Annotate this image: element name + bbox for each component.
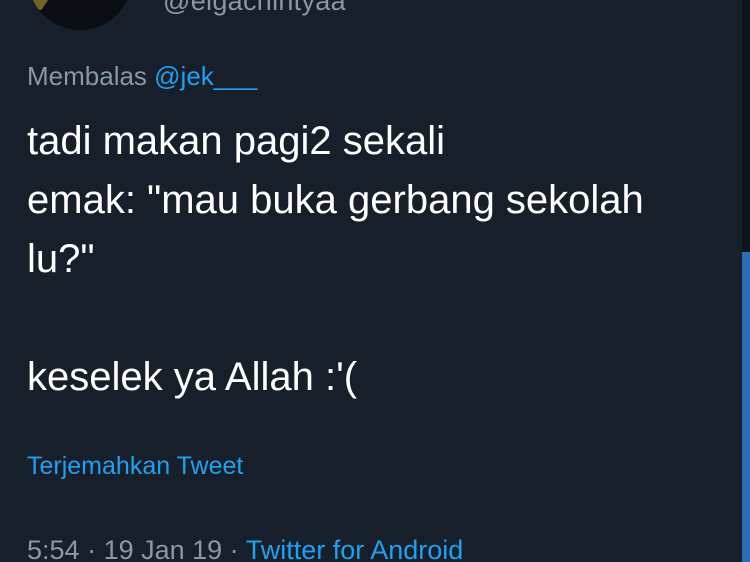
reply-mention-link[interactable]: @jek___ — [154, 61, 257, 91]
tweet-date[interactable]: 19 Jan 19 — [104, 535, 223, 562]
tweet-screen: @elgachintyaa Membalas @jek___ tadi maka… — [0, 0, 750, 562]
avatar-image — [29, 0, 49, 11]
reply-prefix: Membalas — [27, 61, 155, 91]
meta-separator: · — [79, 535, 104, 562]
user-handle[interactable]: @elgachintyaa — [163, 0, 346, 17]
tweet-source-link[interactable]: Twitter for Android — [246, 535, 464, 562]
avatar[interactable] — [28, 0, 132, 30]
tweet-metadata: 5:54 · 19 Jan 19 · Twitter for Android — [27, 535, 463, 562]
scrollbar-thumb[interactable] — [742, 252, 750, 562]
tweet-time[interactable]: 5:54 — [27, 535, 80, 562]
meta-separator: · — [222, 535, 246, 562]
translate-tweet-link[interactable]: Terjemahkan Tweet — [27, 452, 243, 481]
reply-context: Membalas @jek___ — [27, 61, 257, 92]
tweet-text: tadi makan pagi2 sekali emak: "mau buka … — [27, 119, 644, 399]
